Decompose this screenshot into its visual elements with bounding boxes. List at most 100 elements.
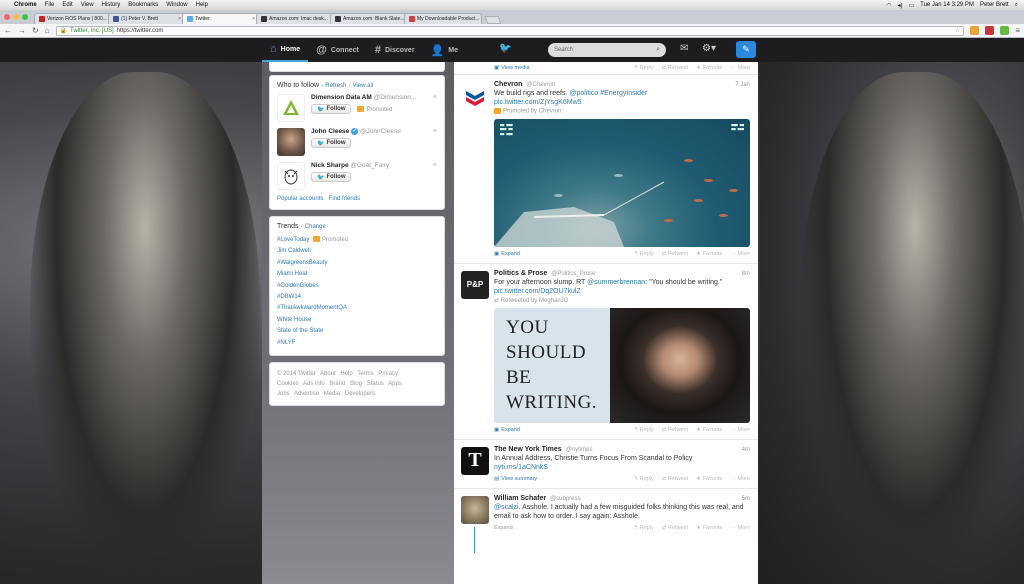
dismiss-icon[interactable]: × [433,128,437,135]
tab-amazon-desk[interactable]: Amazon.com: Imac desk... × [256,13,334,24]
menu-icon[interactable]: ≡ [1015,26,1020,35]
new-tab-button[interactable] [484,16,502,24]
menu-window[interactable]: Window [166,2,187,8]
reload-icon[interactable]: ↻ [32,26,39,35]
pic-link[interactable]: pic.twitter.com/Dq2OU7kulZ [494,288,581,295]
follow-button[interactable]: 🐦 Follow [311,138,352,149]
footer-link-brand[interactable]: Brand [329,381,345,387]
extension-icon[interactable] [1000,26,1010,35]
nav-me[interactable]: 👤 Me [423,38,466,62]
avatar[interactable] [461,82,489,110]
tweet-item[interactable]: William Schafer @subpress 5m @scalzi. As… [454,489,758,553]
messages-icon[interactable]: ✉ [680,43,688,54]
extension-icon[interactable] [985,26,995,35]
footer-link-apps[interactable]: Apps [388,381,402,387]
nav-connect[interactable]: @ Connect [308,38,367,62]
tweet-media-underwater-rig[interactable]: ■■ ■■■ ■■■ ■■ ■■ ■■■ ■■■ ■■ ■■ ■■■ [494,118,750,247]
avatar[interactable] [277,94,305,122]
retweet-button[interactable]: ⇄ Retweet [662,525,688,531]
extension-icon[interactable] [970,26,980,35]
tab-amazon-slate[interactable]: Amazon.com: Blank Slate... × [330,13,408,24]
nav-home[interactable]: ⌂ Home [262,38,309,62]
favorite-button[interactable]: ★ Favorite [696,251,722,257]
menu-file[interactable]: File [45,2,55,8]
tweet-item[interactable]: T The New York Times @nytimes 4m In Annu… [454,440,758,489]
trend-item[interactable]: Jim Caldwell [277,246,437,257]
trend-item[interactable]: Miami Heat [277,269,437,280]
retweet-button[interactable]: ⇄ Retweet [662,476,688,482]
dismiss-icon[interactable]: × [433,94,437,101]
expand-link[interactable]: Expand [494,525,513,531]
view-media-link[interactable]: ▣ View media [494,65,530,71]
user-handle[interactable]: @JohnCleese [360,128,401,135]
user-name[interactable]: Dimension Data AM [311,94,372,101]
pic-link[interactable]: pic.twitter.com/ZjYsgK6Mw5 [494,99,582,106]
favorite-button[interactable]: ★ Favorite [696,525,722,531]
article-link[interactable]: nyti.ms/1aCNnkS [494,464,548,471]
favorite-button[interactable]: ★ Favorite [696,427,722,433]
reply-button[interactable]: ↰ Reply [634,65,654,71]
tweet-author-handle[interactable]: @subpress [550,496,580,502]
forward-icon[interactable]: → [18,26,26,35]
menu-edit[interactable]: Edit [62,2,72,8]
trend-item[interactable]: #NLYF [277,338,437,349]
dismiss-icon[interactable]: × [433,162,437,169]
tweet-author-name[interactable]: William Schafer [494,495,546,502]
footer-link-jobs[interactable]: Jobs [277,391,290,397]
tab-downloads[interactable]: My Downloadable Product... × [404,13,482,24]
tweet-timestamp[interactable]: 5m [742,496,750,502]
footer-link-media[interactable]: Media [324,391,340,397]
change-trends-link[interactable]: Change [305,224,326,230]
back-icon[interactable]: ← [4,26,12,35]
search-icon[interactable]: ⌕ [656,46,660,54]
footer-link-ads-info[interactable]: Ads info [303,381,325,387]
footer-link-about[interactable]: About [320,371,336,377]
menu-help[interactable]: Help [196,2,208,8]
menu-bookmarks[interactable]: Bookmarks [128,2,158,8]
avatar[interactable] [277,128,305,156]
reply-button[interactable]: ↰ Reply [634,525,654,531]
trend-item[interactable]: #ThatAwkwardMomentQA [277,303,437,314]
compose-tweet-button[interactable]: ✎ [736,41,756,58]
menu-history[interactable]: History [102,2,121,8]
ev-certificate[interactable]: Twitter, Inc. [US] [70,28,114,34]
tweet-author-name[interactable]: The New York Times [494,446,562,453]
trend-item[interactable]: #LoveToday Promoted [277,235,437,246]
close-tab-icon[interactable]: × [252,16,255,22]
user-handle[interactable]: @Goat_Fairy [350,162,389,169]
footer-link-blog[interactable]: Blog [350,381,362,387]
footer-link-status[interactable]: Status [367,381,384,387]
user-name[interactable]: Nick Sharpe [311,162,349,169]
view-all-link[interactable]: View all [353,83,374,89]
retweet-button[interactable]: ⇄ Retweet [662,427,688,433]
avatar[interactable]: P&P [461,270,489,299]
trend-label[interactable]: #LoveToday [277,237,309,243]
mention-link[interactable]: @summerbrennan [587,279,645,286]
refresh-link[interactable]: Refresh [325,83,346,89]
nav-discover[interactable]: # Discover [367,38,423,62]
menu-view[interactable]: View [81,2,94,8]
volume-icon[interactable]: ◂) [897,2,902,9]
clock[interactable]: Tue Jan 14 3:29 PM [920,2,974,8]
settings-gear-icon[interactable]: ⚙▾ [702,43,716,54]
more-button[interactable]: ··· More [730,251,750,257]
retweet-button[interactable]: ⇄ Retweet [662,65,688,71]
zoom-window-icon[interactable] [22,14,28,20]
expand-link[interactable]: ▣ Expand [494,427,520,433]
avatar[interactable]: T [461,446,489,475]
find-friends-link[interactable]: Find friends [329,196,360,202]
url-text[interactable]: https://twitter.com [117,28,164,34]
footer-link-cookies[interactable]: Cookies [277,381,299,387]
reply-button[interactable]: ↰ Reply [634,427,654,433]
tweet-author-name[interactable]: Chevron [494,81,522,88]
tweet-media-you-should-be-writing[interactable]: YOU SHOULD BE WRITING. [494,307,750,423]
footer-link-developers[interactable]: Developers [345,391,375,397]
tweet-item[interactable]: Chevron @Chevron 7 Jan We build rigs and… [454,75,758,264]
tweet-author-name[interactable]: Politics & Prose [494,270,547,277]
tab-verizon[interactable]: Verizon FiOS Plans | 800... × [34,13,112,24]
user-handle[interactable]: @Dimension... [374,94,417,101]
footer-link-terms[interactable]: Terms [357,371,373,377]
more-button[interactable]: ··· More [730,65,750,71]
avatar[interactable] [461,495,489,524]
tweet-timestamp[interactable]: 7 Jan [735,82,750,88]
